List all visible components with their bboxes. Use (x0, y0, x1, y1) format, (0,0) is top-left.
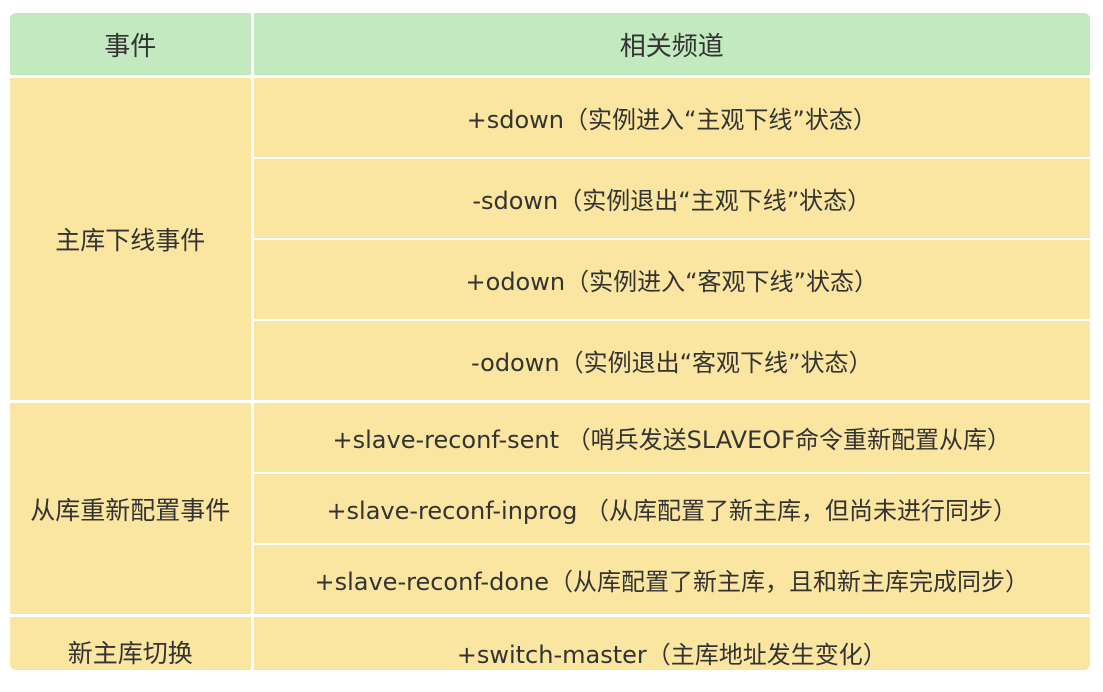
event-channel-table-container: 事件 相关频道 主库下线事件 +sdown（实例进入“主观下线”状态） -sdo… (10, 13, 1090, 670)
channel-cell: +odown（实例进入“客观下线”状态） (252, 239, 1090, 321)
header-row: 事件 相关频道 (10, 13, 1090, 78)
channel-cell: +slave-reconf-done（从库配置了新主库，且和新主库完成同步） (252, 544, 1090, 617)
event-cell: 新主库切换 (10, 615, 254, 670)
table-row: 从库重新配置事件 +slave-reconf-sent （哨兵发送SLAVEOF… (10, 401, 1090, 617)
channel-cell: -odown（实例退出“客观下线”状态） (252, 320, 1090, 403)
table-row: 新主库切换 +switch-master（主库地址发生变化） (10, 615, 1090, 670)
channel-cell: -sdown（实例退出“主观下线”状态） (252, 158, 1090, 240)
event-channel-table: 事件 相关频道 主库下线事件 +sdown（实例进入“主观下线”状态） -sdo… (10, 13, 1090, 670)
event-cell: 从库重新配置事件 (10, 401, 254, 617)
header-event: 事件 (10, 13, 254, 78)
header-channel: 相关频道 (252, 13, 1090, 78)
channel-cell: +slave-reconf-sent （哨兵发送SLAVEOF命令重新配置从库） (252, 401, 1090, 474)
channel-cell: +sdown（实例进入“主观下线”状态） (252, 76, 1090, 159)
event-cell: 主库下线事件 (10, 76, 254, 403)
channel-cell: +slave-reconf-inprog （从库配置了新主库，但尚未进行同步） (252, 473, 1090, 545)
channel-cell: +switch-master（主库地址发生变化） (252, 615, 1090, 670)
table-row: 主库下线事件 +sdown（实例进入“主观下线”状态） (10, 76, 1090, 403)
